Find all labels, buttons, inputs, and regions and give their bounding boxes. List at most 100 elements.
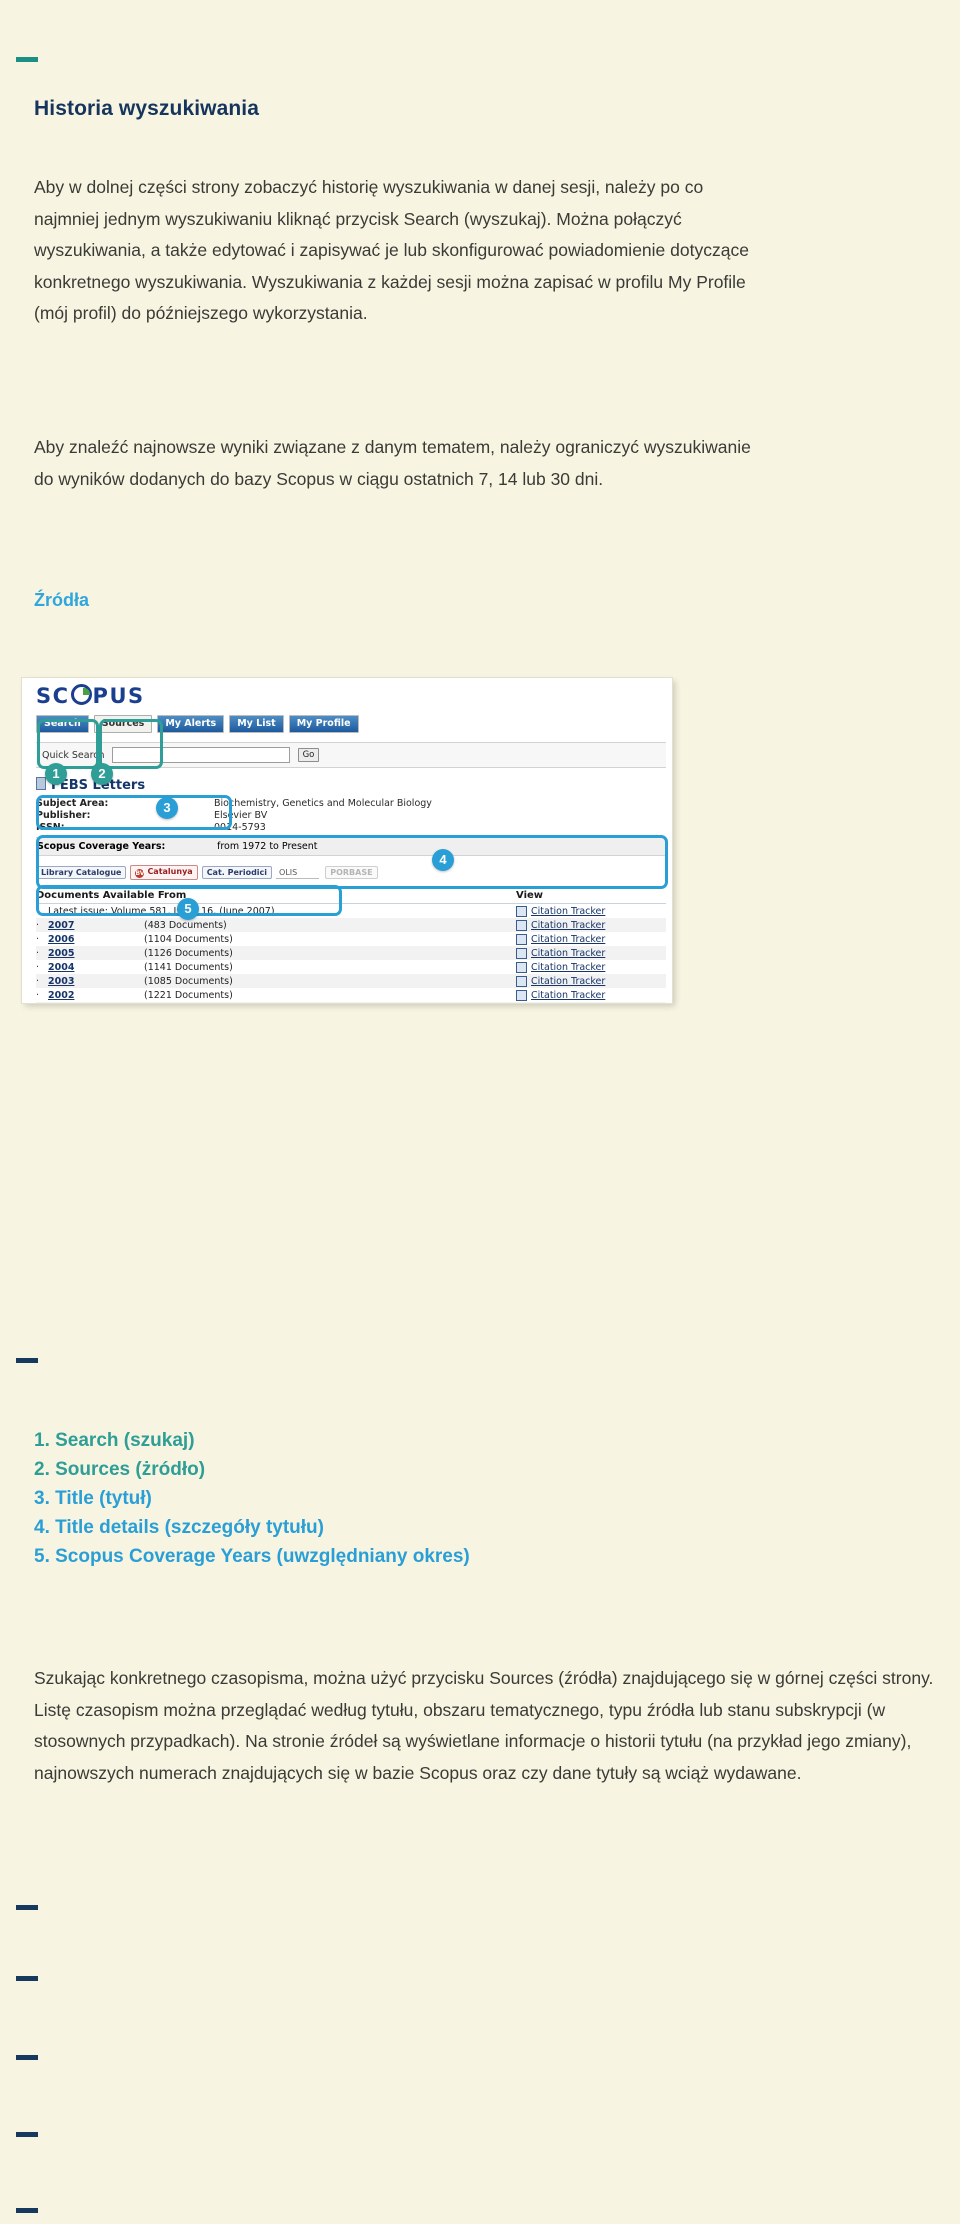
scopus-logo: SC PUS (36, 684, 666, 708)
citation-tracker-icon (516, 947, 527, 959)
quick-search-label: Quick Search (42, 749, 105, 761)
table-row: Subject Area: Biochemistry, Genetics and… (36, 798, 666, 810)
citation-tracker-icon (516, 905, 527, 917)
table-row: Publisher: Elsevier BV (36, 810, 666, 822)
document-year-link[interactable]: 2006 (48, 934, 144, 945)
row-bullet-icon: · (36, 919, 40, 931)
tab-search[interactable]: Search (36, 715, 89, 733)
document-count: (1126 Documents) (144, 947, 233, 959)
document-year-link[interactable]: 2003 (48, 976, 144, 987)
margin-tick (16, 2055, 38, 2060)
detail-value: Biochemistry, Genetics and Molecular Bio… (214, 798, 432, 809)
latest-issue-label: Latest issue: Volume 581, Issue 16, (Jun… (48, 905, 275, 917)
citation-tracker-link[interactable]: Citation Tracker (531, 962, 605, 973)
olis-field[interactable]: OLIS (276, 867, 320, 879)
quick-search-bar: Quick Search Go (36, 742, 666, 768)
documents-col-header: Documents Available From (36, 890, 187, 901)
sources-paragraph: Szukając konkretnego czasopisma, można u… (34, 1668, 934, 1783)
table-row: · 2002 (1221 Documents) Citation Tracker (36, 988, 666, 1002)
row-bullet-icon: · (36, 975, 40, 987)
detail-key: Subject Area: (36, 798, 109, 809)
citation-tracker-icon (516, 989, 527, 1001)
document-year-link[interactable]: 2007 (48, 920, 144, 931)
tab-my-list[interactable]: My List (229, 715, 284, 733)
journal-icon (36, 777, 46, 790)
sources-subheading: Źródła (34, 590, 90, 610)
scopus-logo-text-before: SC (36, 684, 70, 708)
cat-periodici-button[interactable]: Cat. Periodici (201, 866, 273, 879)
intro-paragraph: Aby w dolnej części strony zobaczyć hist… (34, 177, 749, 323)
citation-tracker-link[interactable]: Citation Tracker (531, 906, 605, 917)
tab-my-profile[interactable]: My Profile (288, 715, 359, 733)
detail-key: Publisher: (36, 810, 91, 821)
citation-tracker-link[interactable]: Citation Tracker (531, 934, 605, 945)
porbase-button[interactable]: PORBASE (325, 866, 378, 879)
citation-tracker-link[interactable]: Citation Tracker (531, 920, 605, 931)
table-row: · 2006 (1104 Documents) Citation Tracker (36, 932, 666, 946)
table-row: · 2003 (1085 Documents) Citation Tracker (36, 974, 666, 988)
detail-value: Elsevier BV (214, 810, 268, 821)
document-year-link[interactable]: 2005 (48, 948, 144, 959)
table-row: ISSN: 0014-5793 (36, 822, 666, 834)
document-year-link[interactable]: 2002 (48, 990, 144, 1001)
scopus-nav-tabs: Search Sources My Alerts My List My Profile (36, 711, 666, 733)
detail-key: ISSN: (36, 822, 65, 833)
source-title-row: FEBS Letters (36, 777, 666, 793)
table-row: · 2007 (483 Documents) Citation Tracker (36, 918, 666, 932)
margin-tick (16, 2208, 38, 2213)
citation-tracker-icon (516, 919, 527, 931)
document-count: (1104 Documents) (144, 933, 233, 945)
callout-marker-1: 1 (45, 763, 67, 785)
row-bullet-icon: · (36, 933, 40, 945)
document-count: (483 Documents) (144, 919, 227, 931)
callout-marker-3: 3 (156, 797, 178, 819)
legend-item-3: 3. Title (tytuł) (34, 1488, 152, 1509)
callout-marker-2: 2 (91, 763, 113, 785)
documents-rows: · 2007 (483 Documents) Citation Tracker · 200… (36, 918, 666, 1003)
citation-tracker-icon (516, 961, 527, 973)
scopus-screenshot: SC PUS Search Sources My Alerts My List My Pr… (22, 678, 672, 1003)
library-catalogue-button[interactable]: Library Catalogue (36, 866, 127, 879)
coverage-key: Scopus Coverage Years: (37, 841, 166, 852)
margin-tick (16, 1905, 38, 1910)
quick-search-input[interactable] (111, 747, 290, 763)
callout-marker-5: 5 (177, 898, 199, 920)
document-count: (1221 Documents) (144, 989, 233, 1001)
document-count: (1141 Documents) (144, 961, 233, 973)
scopus-logo-text-after: PUS (92, 684, 145, 708)
margin-tick (16, 2132, 38, 2137)
margin-tick (16, 1976, 38, 1981)
catalunya-badge-icon: BV (135, 869, 145, 878)
catalunya-button[interactable]: BV Catalunya (130, 865, 198, 880)
catalogue-link-bar: Library Catalogue BV Catalunya Cat. Periodi… (36, 862, 666, 881)
callout-legend: 1. Search (szukaj) 2. Sources (żródło) 3. … (34, 1426, 470, 1571)
view-col-header: View (516, 890, 544, 901)
go-button[interactable]: Go (297, 748, 320, 762)
margin-tick (16, 1358, 38, 1363)
citation-tracker-link[interactable]: Citation Tracker (531, 976, 605, 987)
legend-item-1: 1. Search (szukaj) (34, 1430, 195, 1451)
legend-item-4: 4. Title details (szczegóły tytułu) (34, 1517, 324, 1538)
document-year-link[interactable]: 2004 (48, 962, 144, 973)
legend-item-5: 5. Scopus Coverage Years (uwzględniany o… (34, 1546, 470, 1567)
detail-value: 0014-5793 (214, 822, 266, 833)
source-details-table: Subject Area: Biochemistry, Genetics and… (36, 798, 666, 834)
tab-sources[interactable]: Sources (93, 715, 153, 733)
row-bullet-icon (36, 906, 48, 917)
page-title: Historia wyszukiwania (34, 97, 260, 120)
table-row: · 2004 (1141 Documents) Citation Tracker (36, 960, 666, 974)
documents-table-header: Documents Available From View (36, 890, 666, 904)
tab-my-alerts[interactable]: My Alerts (157, 715, 225, 733)
row-bullet-icon: · (36, 947, 40, 959)
recency-paragraph: Aby znaleźć najnowsze wyniki związane z … (34, 437, 751, 489)
row-bullet-icon: · (36, 961, 40, 973)
margin-tick (16, 57, 38, 62)
citation-tracker-link[interactable]: Citation Tracker (531, 948, 605, 959)
row-bullet-icon: · (36, 989, 40, 1001)
scopus-logo-ring-icon (70, 684, 92, 705)
citation-tracker-link[interactable]: Citation Tracker (531, 990, 605, 1001)
latest-issue-row: Latest issue: Volume 581, Issue 16, (Jun… (36, 904, 666, 918)
document-count: (1085 Documents) (144, 975, 233, 987)
page-root: Historia wyszukiwania Aby w dolnej częśc… (0, 0, 960, 2224)
legend-item-2: 2. Sources (żródło) (34, 1459, 206, 1480)
